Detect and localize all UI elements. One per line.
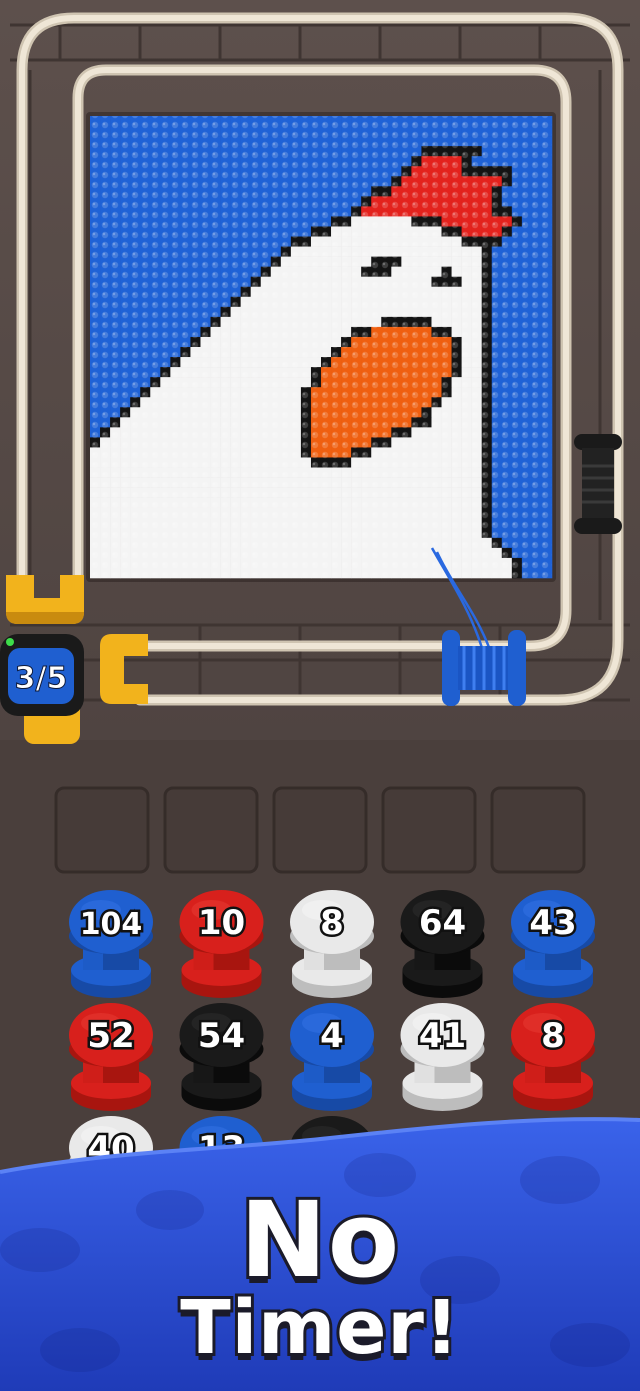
spool-blue[interactable]: 4 xyxy=(290,1003,374,1111)
empty-slot[interactable] xyxy=(490,786,586,874)
spool-count-label: 41 xyxy=(419,1016,466,1056)
spool-count-label: 64 xyxy=(419,903,466,943)
spool-count-label: 4 xyxy=(320,1016,344,1056)
spool-blue[interactable]: 43 xyxy=(511,890,595,998)
empty-slot[interactable] xyxy=(163,786,259,874)
spool-blue[interactable]: 104 xyxy=(69,890,153,998)
banner-title-line2: Timer! xyxy=(177,1282,461,1374)
spool-count-label: 43 xyxy=(529,903,576,943)
spool-white[interactable]: 41 xyxy=(400,1003,485,1111)
knit-picture xyxy=(90,116,553,579)
spool-count-label: 52 xyxy=(87,1016,134,1056)
spool-count-label: 10 xyxy=(198,903,245,943)
spool-count-label: 8 xyxy=(320,903,344,943)
empty-slot[interactable] xyxy=(272,786,368,874)
counter-text: 3/5 xyxy=(15,661,68,696)
banner-title-line1: No xyxy=(237,1177,403,1303)
spool-black[interactable]: 64 xyxy=(400,890,485,998)
spool-black[interactable]: 54 xyxy=(179,1003,264,1111)
spool-count-label: 54 xyxy=(198,1016,245,1056)
spool-count-label: 8 xyxy=(541,1016,565,1056)
spool-red[interactable]: 8 xyxy=(511,1003,595,1111)
spool-red[interactable]: 52 xyxy=(69,1003,153,1111)
spool-count-label: 104 xyxy=(80,907,143,942)
empty-slot[interactable] xyxy=(54,786,150,874)
spool-white[interactable]: 8 xyxy=(290,890,374,998)
empty-slot[interactable] xyxy=(381,786,477,874)
slot-row xyxy=(54,786,586,874)
spool-red[interactable]: 10 xyxy=(179,890,264,998)
